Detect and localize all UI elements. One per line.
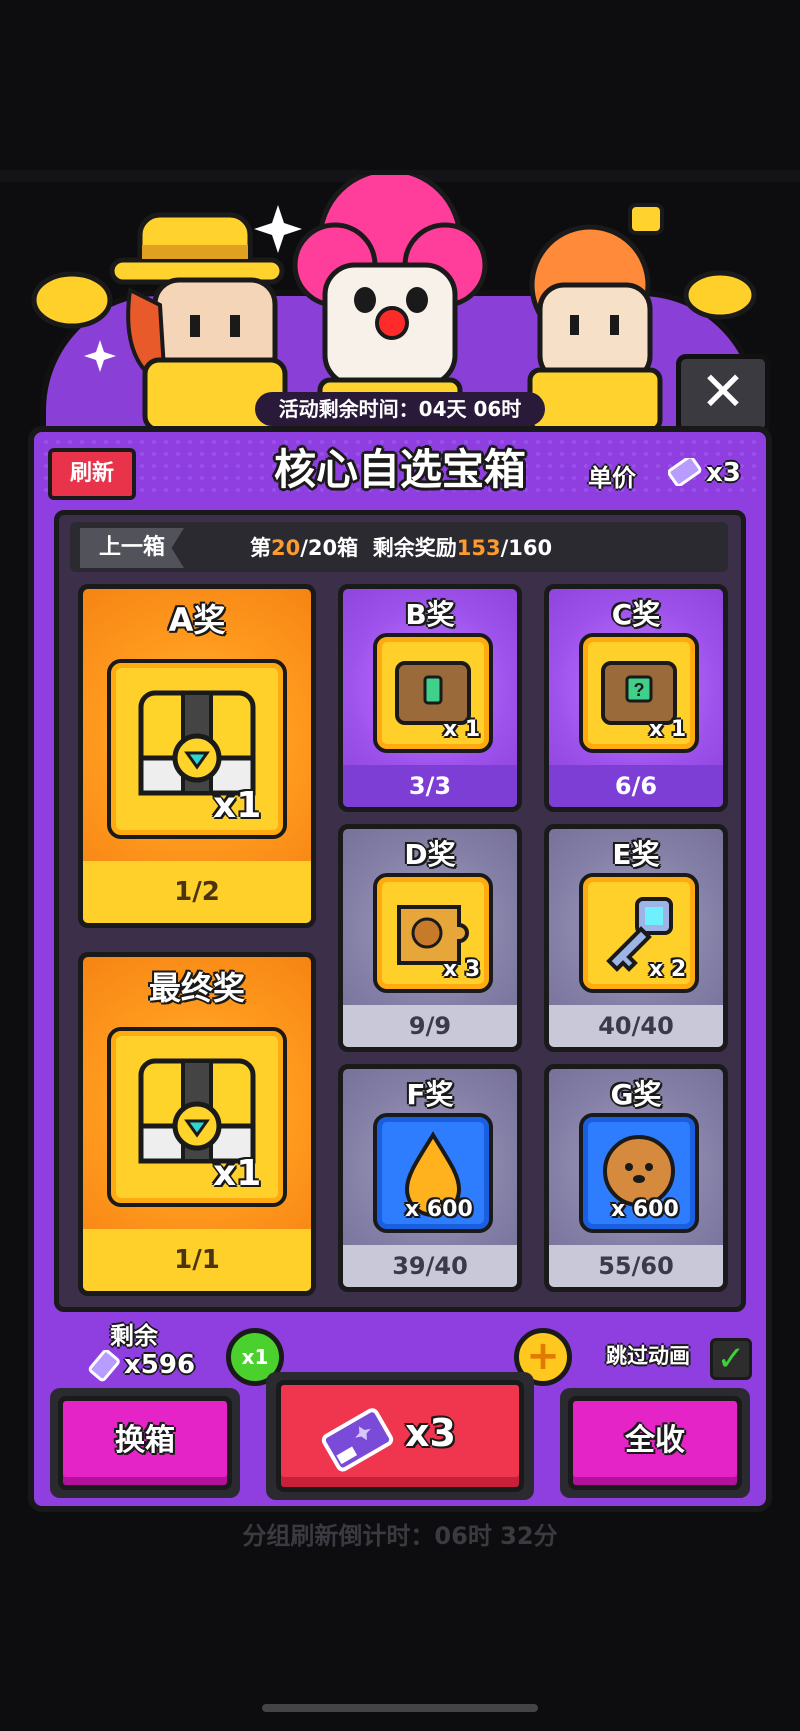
prize-count: 39/40 [343, 1245, 517, 1287]
ticket-icon [668, 458, 702, 486]
swap-box-button[interactable]: 换箱 [58, 1396, 232, 1490]
draw-button[interactable]: x3 [276, 1380, 524, 1492]
unit-price-qty: x3 [706, 458, 741, 488]
reward-total: /160 [500, 536, 553, 560]
prize-name: E奖 [612, 838, 660, 871]
page-title: 核心自选宝箱 [273, 445, 526, 494]
remaining-qty: x596 [124, 1350, 196, 1380]
box-prefix: 第 [250, 536, 271, 560]
check-icon: ✓ [716, 1339, 746, 1379]
prize-card-c[interactable]: C奖 ? x 1 6/6 [544, 584, 728, 812]
collect-all-button[interactable]: 全收 [568, 1396, 742, 1490]
close-icon: ✕ [700, 360, 746, 423]
reward-remaining: 153 [456, 536, 501, 560]
prize-name: 最终奖 [148, 969, 245, 1007]
group-refresh-countdown: 分组刷新倒计时：06时 32分 [242, 1522, 558, 1550]
prize-qty: x1 [213, 1153, 262, 1194]
prize-card-b[interactable]: B奖 x 1 3/3 [338, 584, 522, 812]
draw-qty: x3 [405, 1411, 456, 1455]
home-indicator[interactable] [262, 1704, 538, 1712]
prize-count: 9/9 [343, 1005, 517, 1047]
prize-qty: x 600 [405, 1197, 473, 1222]
skip-animation-checkbox[interactable]: ✓ [710, 1338, 752, 1380]
ticket-icon [88, 1350, 120, 1382]
prize-card-final[interactable]: 最终奖 x1 1/1 [78, 952, 316, 1296]
prize-count: 55/60 [549, 1245, 723, 1287]
prize-name: B奖 [405, 598, 455, 631]
svg-text:?: ? [634, 680, 645, 700]
prize-name: C奖 [611, 598, 661, 631]
prize-card-f[interactable]: F奖 x 600 39/40 [338, 1064, 522, 1292]
prize-qty: x 1 [649, 717, 687, 742]
prize-qty: x 3 [443, 957, 481, 982]
prize-qty: x 1 [443, 717, 481, 742]
prize-card-a[interactable]: A奖 x1 1/2 [78, 584, 316, 928]
prize-qty: x1 [213, 785, 262, 826]
prev-box-button[interactable]: 上一箱 [80, 528, 184, 568]
prize-count: 3/3 [343, 765, 517, 807]
prize-card-e[interactable]: E奖 x 2 40/40 [544, 824, 728, 1052]
unit-price-label: 单价 [588, 464, 636, 492]
prize-name: G奖 [610, 1078, 662, 1111]
prize-name: F奖 [406, 1078, 454, 1111]
prize-count: 40/40 [549, 1005, 723, 1047]
prize-count: 1/2 [83, 861, 311, 923]
box-total: /20箱 [300, 536, 359, 560]
prize-count: 6/6 [549, 765, 723, 807]
event-timer: 活动剩余时间：04天 06时 [255, 392, 545, 426]
prize-name: D奖 [404, 838, 456, 871]
ticket-icon [321, 1408, 394, 1472]
reward-prefix: 剩余奖励 [372, 536, 457, 560]
refresh-button[interactable]: 刷新 [48, 448, 136, 500]
skip-animation-label: 跳过动画 [606, 1344, 690, 1368]
box-current: 20 [271, 536, 301, 560]
prize-name: A奖 [168, 601, 226, 639]
close-button[interactable]: ✕ [676, 354, 770, 434]
prize-qty: x 600 [611, 1197, 679, 1222]
prize-card-d[interactable]: D奖 x 3 9/9 [338, 824, 522, 1052]
prize-qty: x 2 [649, 957, 687, 982]
box-progress: 第20/20箱 剩余奖励153/160 [250, 526, 630, 570]
prize-count: 1/1 [83, 1229, 311, 1291]
prize-card-g[interactable]: G奖 x 600 55/60 [544, 1064, 728, 1292]
remaining-label: 剩余 [110, 1322, 158, 1350]
